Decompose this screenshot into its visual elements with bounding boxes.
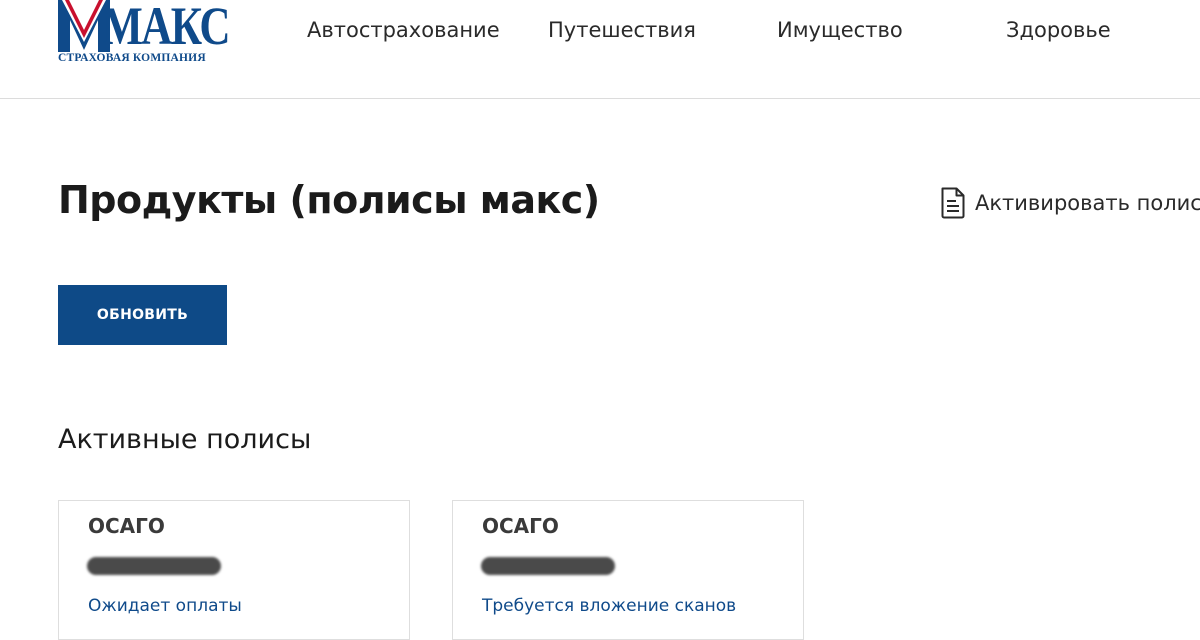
active-policies-title: Активные полисы (58, 424, 312, 455)
maks-logo[interactable]: МАКС СТРАХОВАЯ КОМПАНИЯ (58, 0, 231, 68)
policy-card[interactable]: ОСАГО Требуется вложение сканов (452, 500, 804, 640)
nav-item-health[interactable]: Здоровье (1006, 18, 1111, 42)
nav-item-auto-insurance[interactable]: Автострахование (307, 18, 500, 42)
activate-policy-link[interactable]: Активировать полис (940, 186, 1200, 220)
document-icon (941, 187, 965, 219)
policy-status-link[interactable]: Требуется вложение сканов (482, 596, 736, 616)
redacted-policy-number (87, 557, 221, 575)
nav-item-travel[interactable]: Путешествия (548, 18, 696, 42)
logo-subtitle: СТРАХОВАЯ КОМПАНИЯ (58, 52, 206, 64)
site-header: МАКС СТРАХОВАЯ КОМПАНИЯ Автострахование … (0, 0, 1200, 99)
activate-policy-label: Активировать полис (975, 191, 1200, 215)
nav-item-property[interactable]: Имущество (777, 18, 903, 42)
logo-wordmark: МАКС (102, 0, 231, 56)
policy-type: ОСАГО (88, 514, 165, 538)
refresh-button[interactable]: ОБНОВИТЬ (58, 285, 227, 345)
policy-status-link[interactable]: Ожидает оплаты (88, 596, 242, 616)
redacted-policy-number (481, 557, 615, 575)
page-title: Продукты (полисы макс) (58, 178, 600, 222)
policy-card[interactable]: ОСАГО Ожидает оплаты (58, 500, 410, 640)
policy-type: ОСАГО (482, 514, 559, 538)
